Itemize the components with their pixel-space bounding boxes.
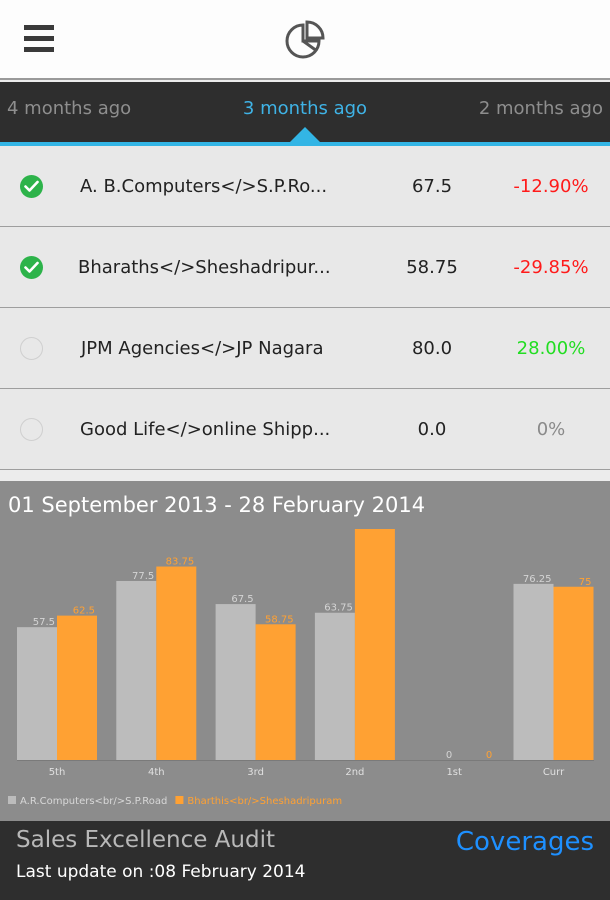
dealer-score: 67.5	[411, 176, 453, 197]
bar-data-label: 0	[446, 750, 452, 761]
bar-series-a	[314, 612, 355, 760]
legend-label: Bharthis<br/>Sheshadripuram	[187, 796, 342, 807]
bar-data-label: 75	[579, 577, 592, 588]
bar-series-a	[215, 604, 256, 760]
bar-series-b	[156, 566, 197, 760]
bar-series-b	[553, 586, 594, 760]
x-tick-label: 3rd	[247, 767, 264, 778]
x-tick-label: 1st	[446, 767, 462, 778]
bar-series-a	[513, 583, 554, 760]
audit-title: Sales Excellence Audit	[16, 827, 275, 853]
bar-data-label: 67.5	[231, 594, 253, 605]
list-item[interactable]: Bharaths</>Sheshadripur... 58.75 -29.85%	[0, 227, 610, 308]
bar-series-a	[116, 580, 157, 760]
comparison-bar-chart: 57.5 62.5 5th 77.5 83.75 4th 67.5 58.75 3rd 63.75…	[8, 529, 594, 807]
pie-chart-icon[interactable]	[282, 19, 326, 61]
dealer-change: 28.00%	[516, 338, 586, 359]
dealer-score: 80.0	[411, 338, 453, 359]
x-tick-label: 2nd	[345, 767, 364, 778]
dealer-change: -29.85%	[513, 257, 589, 278]
chart-date-range: 01 September 2013 - 28 February 2014	[8, 493, 426, 517]
tab-4-months-ago[interactable]: 4 months ago	[7, 98, 131, 119]
bar-series-a	[17, 627, 57, 760]
checked-circle-icon[interactable]	[20, 256, 43, 279]
bar-series-b	[57, 615, 97, 760]
dealer-score: 58.75	[406, 257, 458, 278]
bar-data-label: 62.5	[73, 606, 95, 617]
top-app-bar	[0, 0, 610, 80]
dealer-change: -12.90%	[513, 176, 589, 197]
bar-data-label: 76.25	[523, 574, 552, 585]
comparison-chart-panel: 57.5 62.5 5th 77.5 83.75 4th 67.5 58.75 3rd 63.75…	[0, 481, 610, 821]
dealer-score: 0.0	[417, 419, 447, 440]
unchecked-circle-icon[interactable]	[20, 418, 43, 441]
unchecked-circle-icon[interactable]	[20, 337, 43, 360]
x-tick-label: 5th	[49, 767, 66, 778]
dealer-name: JPM Agencies</>JP Nagara	[81, 338, 324, 359]
bar-data-label: 58.75	[265, 614, 294, 625]
tab-2-months-ago[interactable]: 2 months ago	[479, 98, 603, 119]
legend-swatch	[8, 796, 16, 804]
hamburger-menu-icon[interactable]	[24, 25, 54, 53]
bar-data-label: 57.5	[33, 617, 55, 628]
legend-swatch	[175, 796, 184, 804]
bar-data-label: 77.5	[132, 571, 154, 582]
coverages-link[interactable]: Coverages	[456, 827, 594, 857]
bar-data-label: 83.75	[166, 557, 195, 568]
list-item[interactable]: JPM Agencies</>JP Nagara 80.0 28.00%	[0, 308, 610, 389]
tab-3-months-ago-label[interactable]: 3 months ago	[243, 98, 367, 119]
dealer-name: Good Life</>online Shipp...	[80, 419, 331, 440]
bar-data-label: 63.75	[324, 603, 353, 614]
bar-series-b	[354, 529, 395, 760]
footer-bar: Sales Excellence Audit Last update on :0…	[0, 821, 610, 900]
last-update-text: Last update on :08 February 2014	[16, 862, 306, 882]
list-item[interactable]: A. B.Computers</>S.P.Ro... 67.5 -12.90%	[0, 146, 610, 227]
active-tab-indicator	[290, 127, 320, 142]
bar-series-b	[255, 624, 296, 760]
dealer-name: Bharaths</>Sheshadripur...	[78, 257, 331, 278]
dealer-list: A. B.Computers</>S.P.Ro... 67.5 -12.90% …	[0, 146, 610, 470]
x-tick-label: Curr	[543, 767, 565, 778]
dealer-name: A. B.Computers</>S.P.Ro...	[80, 176, 328, 197]
x-tick-label: 4th	[148, 767, 165, 778]
checked-circle-icon[interactable]	[20, 175, 43, 198]
legend-label: A.R.Computers<br/>S.P.Road	[20, 796, 167, 807]
bar-data-label: 0	[486, 750, 492, 761]
dealer-change: 0%	[536, 419, 566, 440]
list-item[interactable]: Good Life</>online Shipp... 0.0 0%	[0, 389, 610, 470]
